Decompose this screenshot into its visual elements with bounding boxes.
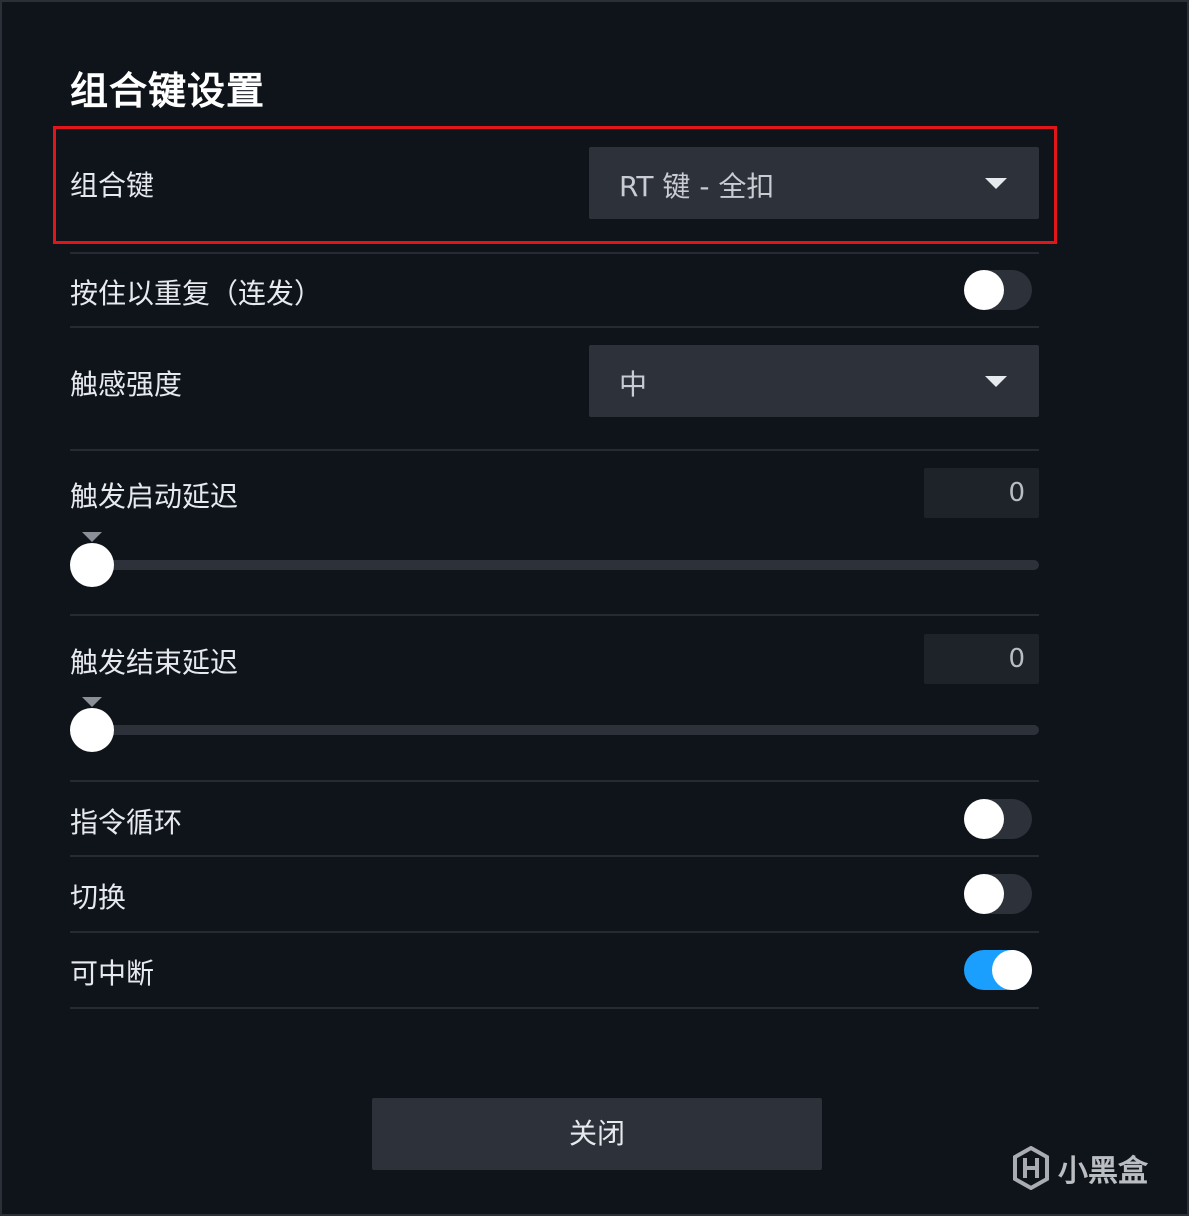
- slider-default-marker: [82, 532, 102, 542]
- close-button[interactable]: 关闭: [372, 1098, 822, 1170]
- command-loop-toggle[interactable]: [964, 799, 1032, 839]
- toggle-knob: [992, 950, 1032, 990]
- divider: [70, 326, 1039, 328]
- interruptible-label: 可中断: [70, 957, 155, 990]
- toggle-knob: [964, 270, 1004, 310]
- hold-repeat-toggle[interactable]: [964, 270, 1032, 310]
- start-delay-value: 0: [1008, 478, 1025, 508]
- end-delay-input[interactable]: 0: [924, 634, 1039, 684]
- haptic-strength-dropdown[interactable]: 中: [589, 345, 1039, 417]
- end-delay-value: 0: [1008, 644, 1025, 674]
- interruptible-toggle[interactable]: [964, 950, 1032, 990]
- chevron-down-icon: [985, 178, 1007, 189]
- divider: [70, 931, 1039, 933]
- divider: [70, 252, 1039, 254]
- end-delay-slider-track[interactable]: [92, 725, 1039, 735]
- dialog-title: 组合键设置: [70, 69, 266, 113]
- settings-dialog: 组合键设置 组合键 RT 键 - 全扣 按住以重复（连发） 触感强度 中 触发启…: [0, 0, 1189, 1216]
- end-delay-label: 触发结束延迟: [70, 646, 239, 679]
- divider: [70, 449, 1039, 451]
- toggle-mode-toggle[interactable]: [964, 874, 1032, 914]
- toggle-knob: [964, 874, 1004, 914]
- divider: [70, 855, 1039, 857]
- combo-key-value: RT 键 - 全扣: [619, 170, 775, 203]
- haptic-strength-value: 中: [619, 368, 648, 401]
- start-delay-slider-thumb[interactable]: [70, 543, 114, 587]
- start-delay-slider-track[interactable]: [92, 560, 1039, 570]
- divider: [70, 780, 1039, 782]
- combo-key-dropdown[interactable]: RT 键 - 全扣: [589, 147, 1039, 219]
- combo-key-label: 组合键: [70, 169, 155, 202]
- xiaoheihe-logo-icon: [1013, 1146, 1049, 1190]
- toggle-knob: [964, 799, 1004, 839]
- start-delay-label: 触发启动延迟: [70, 480, 239, 513]
- slider-default-marker: [82, 697, 102, 707]
- watermark-text: 小黑盒: [1058, 1154, 1148, 1189]
- hold-repeat-label: 按住以重复（连发）: [70, 277, 323, 310]
- divider: [70, 614, 1039, 616]
- divider: [70, 1007, 1039, 1009]
- toggle-mode-label: 切换: [70, 881, 127, 914]
- watermark: 小黑盒: [1012, 1144, 1148, 1192]
- haptic-strength-label: 触感强度: [70, 368, 183, 401]
- start-delay-input[interactable]: 0: [924, 468, 1039, 518]
- command-loop-label: 指令循环: [70, 806, 183, 839]
- end-delay-slider-thumb[interactable]: [70, 708, 114, 752]
- chevron-down-icon: [985, 376, 1007, 387]
